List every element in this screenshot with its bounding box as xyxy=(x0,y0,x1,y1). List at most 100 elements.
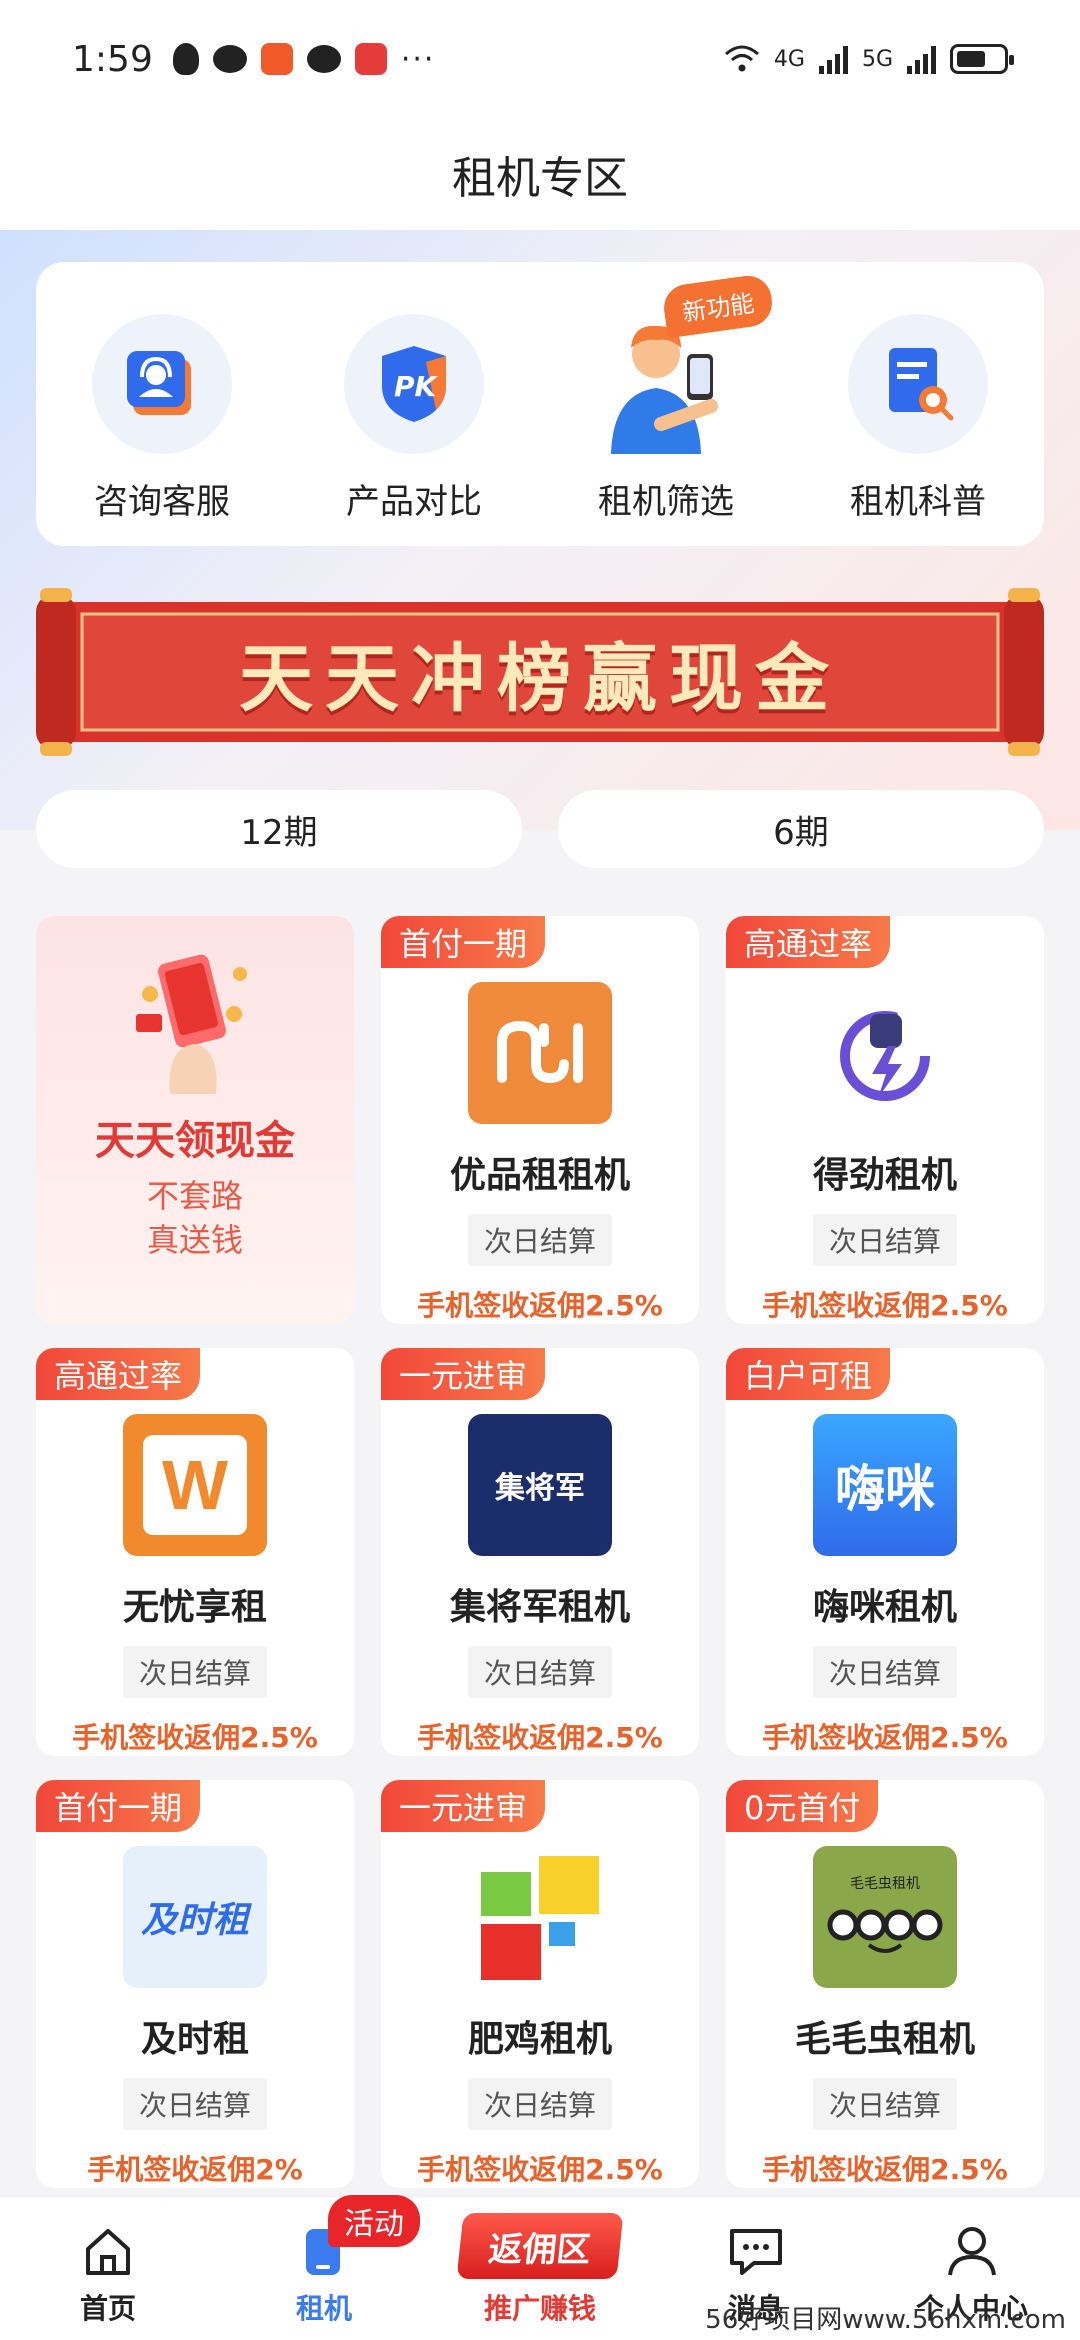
watermark-text: 56好项目网www.56hxm.com xyxy=(705,2305,1066,2335)
tab-6-period[interactable]: 6期 xyxy=(558,790,1044,868)
jijiangjun-logo-icon: 集将军 xyxy=(468,1414,612,1556)
period-tabs: 12期 6期 xyxy=(36,790,1044,868)
settle-badge: 次日结算 xyxy=(812,2078,957,2130)
product-name: 优品租租机 xyxy=(449,1155,630,1196)
signal-icon xyxy=(818,44,848,74)
promo-title: 天天领现金 xyxy=(95,1118,295,1164)
product-card-haimi[interactable]: 白户可租 嗨咪 嗨咪租机 次日结算 手机签收返佣2.5% xyxy=(726,1348,1044,1756)
settle-badge: 次日结算 xyxy=(122,1646,267,1698)
settle-badge: 次日结算 xyxy=(812,1646,957,1698)
quick-entry-phone-knowledge[interactable]: 租机科普 xyxy=(808,314,1028,523)
cash-phone-illustration xyxy=(136,954,247,1094)
more-notifications-icon: ··· xyxy=(400,41,436,77)
product-tag: 一元进审 xyxy=(381,1348,546,1400)
network-5g-label: 5G xyxy=(861,46,893,72)
promo-subtitle-1: 不套路 xyxy=(146,1177,243,1215)
rebate-zone-icon: 返佣区 xyxy=(456,2213,624,2279)
pk-compare-icon: PK xyxy=(344,314,484,454)
rebate-text: 手机签收返佣2.5% xyxy=(762,1721,1008,1754)
product-tag: 首付一期 xyxy=(36,1780,201,1832)
settle-badge: 次日结算 xyxy=(122,2078,267,2130)
feiji-logo-icon xyxy=(468,1846,612,1988)
activity-badge: 活动 xyxy=(328,2195,420,2247)
svg-text:PK: PK xyxy=(394,370,439,403)
battery-icon xyxy=(950,44,1014,74)
nav-label: 租机 xyxy=(295,2292,352,2325)
rebate-text: 手机签收返佣2.5% xyxy=(72,1721,318,1754)
signal-icon xyxy=(907,44,936,74)
app-notification-icon xyxy=(354,43,387,75)
quick-entry-product-compare[interactable]: PK 产品对比 xyxy=(304,314,524,523)
product-card-jishizu[interactable]: 首付一期 及时租 及时租 次日结算 手机签收返佣2% xyxy=(36,1780,354,2188)
product-tag: 首付一期 xyxy=(381,916,546,968)
product-name: 嗨咪租机 xyxy=(812,1587,957,1628)
status-time: 1:59 xyxy=(72,38,153,80)
message-icon xyxy=(730,2229,782,2275)
product-tag: 白户可租 xyxy=(726,1348,891,1400)
haimi-logo-icon: 嗨咪 xyxy=(813,1414,957,1556)
app-notification-icon xyxy=(260,43,293,75)
settle-badge: 次日结算 xyxy=(467,1646,612,1698)
user-icon xyxy=(948,2227,996,2276)
nav-promote-earn[interactable]: 返佣区 推广赚钱 xyxy=(432,2197,648,2340)
customer-service-icon xyxy=(92,314,232,454)
product-name: 得劲租机 xyxy=(812,1155,957,1196)
bottom-navigation: 首页 活动 租机 返佣区 推广赚钱 消息 个人中心 56好项目网www.56hx… xyxy=(0,2195,1080,2340)
status-bar: 1:59 ··· 4G 5G xyxy=(0,0,1080,118)
document-search-icon xyxy=(848,314,988,454)
rebate-text: 手机签收返佣2.5% xyxy=(417,2153,663,2186)
product-name: 及时租 xyxy=(140,2019,249,2060)
wuyou-logo-icon: W xyxy=(123,1414,267,1556)
quick-entry-customer-service[interactable]: 咨询客服 xyxy=(52,314,272,523)
product-name: 集将军租机 xyxy=(449,1587,630,1628)
nav-label: 推广赚钱 xyxy=(483,2292,596,2325)
rebate-text: 手机签收返佣2% xyxy=(87,2153,303,2186)
rebate-text: 手机签收返佣2.5% xyxy=(417,1289,663,1322)
qq-notification-icon xyxy=(172,43,199,75)
wechat-notification-icon xyxy=(306,45,341,73)
cash-promo-card[interactable]: 天天领现金 不套路 真送钱 xyxy=(36,916,354,1324)
product-card-wuyou[interactable]: 高通过率 W 无忧享租 次日结算 手机签收返佣2.5% xyxy=(36,1348,354,1756)
quick-entry-label: 租机科普 xyxy=(850,482,986,522)
home-icon xyxy=(86,2229,130,2275)
product-card-feiji[interactable]: 一元进审 肥鸡租机 次日结算 手机签收返佣2.5% xyxy=(381,1780,699,2188)
product-tag: 高通过率 xyxy=(36,1348,201,1400)
new-feature-badge: 新功能 xyxy=(660,272,776,339)
settle-badge: 次日结算 xyxy=(467,1214,612,1266)
product-card-jijiangjun[interactable]: 一元进审 集将军 集将军租机 次日结算 手机签收返佣2.5% xyxy=(381,1348,699,1756)
product-tag: 一元进审 xyxy=(381,1780,546,1832)
jishizu-logo-icon: 及时租 xyxy=(123,1846,267,1988)
rebate-text: 手机签收返佣2.5% xyxy=(762,2153,1008,2186)
person-phone-icon: 新功能 xyxy=(596,272,776,454)
nav-home[interactable]: 首页 xyxy=(0,2197,216,2340)
quick-entry-card: 咨询客服 PK 产品对比 新功能 租机筛选 租机科普 xyxy=(36,262,1044,546)
caterpillar-logo-icon: 毛毛虫租机 xyxy=(813,1846,957,1988)
wifi-icon xyxy=(724,45,759,72)
settle-badge: 次日结算 xyxy=(812,1214,957,1266)
tab-12-period[interactable]: 12期 xyxy=(36,790,522,868)
youpin-logo-icon xyxy=(468,982,612,1124)
product-name: 无忧享租 xyxy=(122,1587,267,1628)
product-card-dejin[interactable]: 高通过率 得劲租机 次日结算 手机签收返佣2.5% xyxy=(726,916,1044,1324)
quick-entry-label: 产品对比 xyxy=(346,482,482,522)
quick-entry-label: 租机筛选 xyxy=(598,482,734,522)
quick-entry-phone-filter[interactable]: 新功能 租机筛选 xyxy=(556,272,776,523)
quick-entry-label: 咨询客服 xyxy=(94,482,230,522)
page-header: 租机专区 xyxy=(0,118,1080,230)
nav-rent-phone[interactable]: 活动 租机 xyxy=(216,2195,432,2340)
product-tag: 0元首付 xyxy=(726,1780,879,1832)
product-card-maomaochong[interactable]: 0元首付 毛毛虫租机 毛毛虫租机 次日结算 手机签收返佣2.5% xyxy=(726,1780,1044,2188)
settle-badge: 次日结算 xyxy=(467,2078,612,2130)
rebate-text: 手机签收返佣2.5% xyxy=(417,1721,663,1754)
banner-title: 天天冲榜赢现金 xyxy=(239,635,841,722)
leaderboard-banner[interactable]: 天天冲榜赢现金 xyxy=(36,574,1044,770)
product-card-youpin[interactable]: 首付一期 优品租租机 次日结算 手机签收返佣2.5% xyxy=(381,916,699,1324)
network-4g-label: 4G xyxy=(773,46,805,72)
nav-label: 首页 xyxy=(79,2292,136,2325)
status-right: 4G 5G xyxy=(724,44,1014,74)
wechat-notification-icon xyxy=(212,45,247,73)
product-tag: 高通过率 xyxy=(726,916,891,968)
page-title: 租机专区 xyxy=(452,153,628,204)
product-name: 肥鸡租机 xyxy=(467,2019,612,2060)
product-name: 毛毛虫租机 xyxy=(794,2019,975,2060)
